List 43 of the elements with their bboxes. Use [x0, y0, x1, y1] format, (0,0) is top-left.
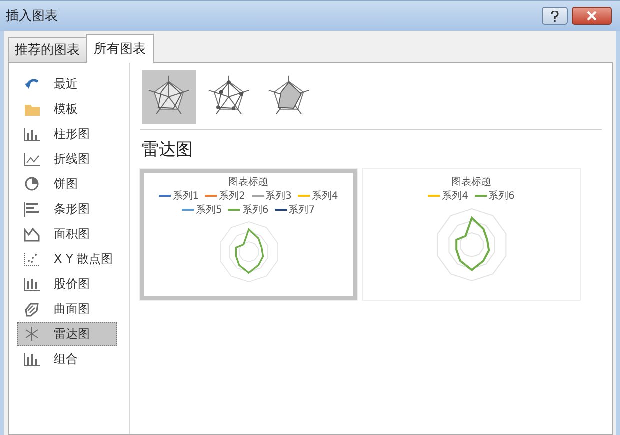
chart-type-item[interactable]: 折线图	[17, 147, 117, 171]
chart-type-item[interactable]: 模板	[17, 97, 117, 121]
chart-type-icon	[24, 151, 40, 167]
chart-type-icon	[24, 301, 40, 317]
tab[interactable]: 所有图表	[86, 34, 154, 63]
chart-type-item[interactable]: 条形图	[17, 197, 117, 221]
help-icon	[551, 10, 559, 22]
legend-item: 系列1	[158, 189, 200, 203]
chart-type-item[interactable]: 股价图	[17, 272, 117, 296]
chart-type-item[interactable]: 面积图	[17, 222, 117, 246]
chart-type-item[interactable]: 柱形图	[17, 122, 117, 146]
chart-type-icon	[24, 176, 40, 192]
chart-type-item[interactable]: 曲面图	[17, 297, 117, 321]
legend-item: 系列6	[474, 189, 515, 203]
close-button[interactable]	[572, 7, 612, 25]
chart-type-item[interactable]: 雷达图	[17, 322, 117, 346]
chart-type-icon	[24, 251, 40, 267]
help-button[interactable]	[542, 7, 568, 25]
chart-type-item[interactable]: 饼图	[17, 172, 117, 196]
legend-item: 系列7	[274, 203, 316, 217]
tab[interactable]: 推荐的图表	[8, 37, 87, 62]
legend-item: 系列5	[182, 203, 222, 217]
window-title: 插入图表	[6, 8, 58, 25]
chart-type-icon	[24, 326, 40, 342]
chart-preview[interactable]: 图表标题 系列1 系列2 系列3 系列4 系列5 系列6 系列7	[140, 169, 357, 300]
chart-type-item[interactable]: 最近	[17, 72, 117, 96]
chart-title: 图表标题	[228, 176, 268, 189]
chart-type-icon	[24, 351, 40, 367]
chart-type-item[interactable]: 组合	[17, 347, 117, 371]
legend-item: 系列2	[205, 189, 246, 203]
close-icon	[587, 11, 597, 21]
legend-item: 系列4	[298, 189, 338, 203]
chart-title: 图表标题	[452, 176, 492, 189]
chart-type-icon	[24, 126, 40, 142]
section-heading: 雷达图	[142, 139, 194, 161]
legend-item: 系列6	[228, 203, 269, 217]
chart-type-icon	[24, 276, 40, 292]
chart-subtype-button[interactable]	[142, 70, 196, 124]
legend-item: 系列4	[428, 189, 468, 203]
chart-type-icon	[24, 201, 40, 217]
legend-item: 系列3	[252, 189, 292, 203]
chart-type-item[interactable]: X Y 散点图	[17, 247, 117, 271]
chart-type-icon	[24, 226, 40, 242]
